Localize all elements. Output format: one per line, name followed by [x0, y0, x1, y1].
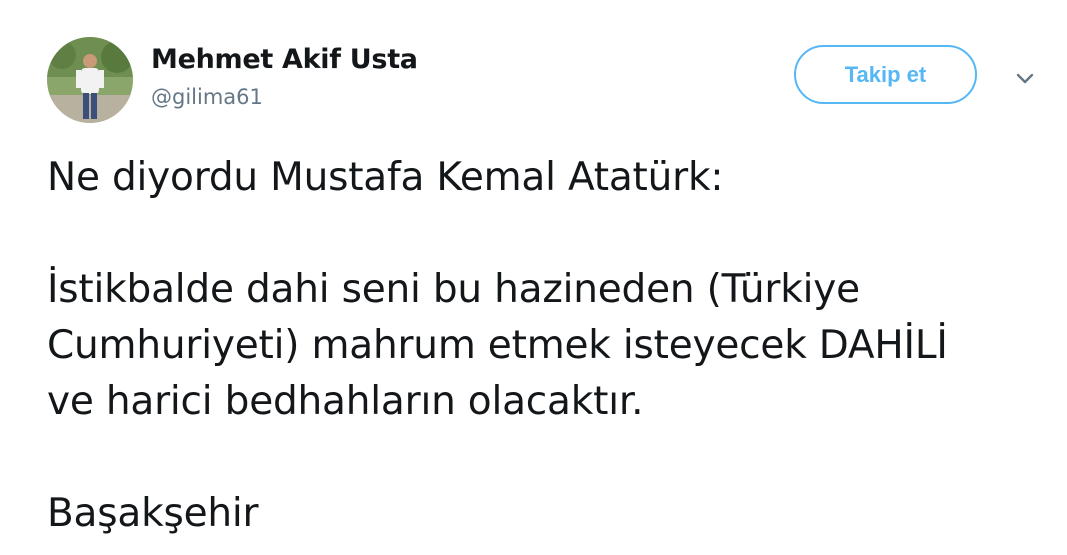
- avatar-photo: [47, 37, 133, 123]
- tweet-card: Mehmet Akif Usta @gilima61 Takip et Ne d…: [0, 0, 1067, 555]
- follow-button[interactable]: Takip et: [794, 45, 977, 104]
- tweet-line: İstikbalde dahi seni bu hazineden (Türki…: [47, 267, 860, 312]
- tweet-line: Başakşehir: [47, 491, 259, 536]
- chevron-down-icon: [1016, 73, 1034, 84]
- tweet-line: ve harici bedhahların olacaktır.: [47, 379, 644, 424]
- author-display-name[interactable]: Mehmet Akif Usta: [151, 44, 418, 75]
- author-handle[interactable]: @gilima61: [151, 85, 263, 109]
- tweet-text: Ne diyordu Mustafa Kemal Atatürk: İstikb…: [47, 150, 1047, 542]
- avatar[interactable]: [47, 37, 133, 123]
- tweet-menu-button[interactable]: [1010, 64, 1040, 94]
- tweet-line: Cumhuriyeti) mahrum etmek isteyecek DAHİ…: [47, 323, 948, 368]
- tweet-line: Ne diyordu Mustafa Kemal Atatürk:: [47, 155, 724, 200]
